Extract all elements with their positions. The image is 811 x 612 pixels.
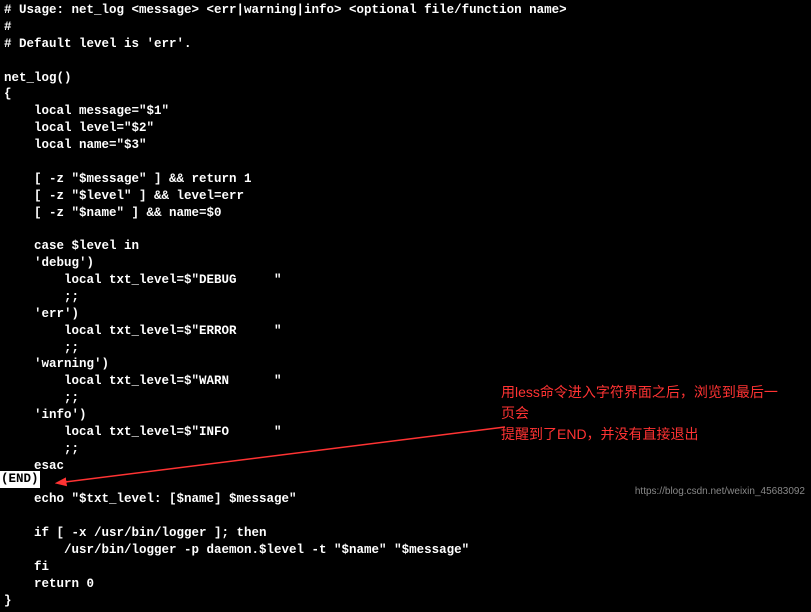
code-line: local message="$1": [4, 104, 169, 118]
code-line: ;;: [4, 290, 79, 304]
code-line: ;;: [4, 341, 79, 355]
code-line: [ -z "$message" ] && return 1: [4, 172, 252, 186]
code-line: ;;: [4, 442, 79, 456]
code-line: return 0: [4, 577, 94, 591]
code-line: net_log(): [4, 71, 72, 85]
code-line: local txt_level=$"INFO ": [4, 425, 282, 439]
terminal-output[interactable]: # Usage: net_log <message> <err|warning|…: [0, 0, 811, 612]
less-end-marker[interactable]: (END): [0, 471, 40, 488]
watermark-text: https://blog.csdn.net/weixin_45683092: [635, 485, 805, 499]
code-line: local level="$2": [4, 121, 154, 135]
code-line: ;;: [4, 391, 79, 405]
code-line: 'debug'): [4, 256, 94, 270]
code-line: {: [4, 87, 12, 101]
annotation-text: 用less命令进入字符界面之后，浏览到最后一页会 提醒到了END，并没有直接退出: [501, 382, 791, 445]
code-line: /usr/bin/logger -p daemon.$level -t "$na…: [4, 543, 469, 557]
code-line: case $level in: [4, 239, 139, 253]
code-line: local txt_level=$"DEBUG ": [4, 273, 282, 287]
code-line: 'err'): [4, 307, 79, 321]
code-line: # Usage: net_log <message> <err|warning|…: [4, 3, 567, 17]
code-line: #: [4, 20, 12, 34]
code-line: [ -z "$level" ] && level=err: [4, 189, 244, 203]
code-line: if [ -x /usr/bin/logger ]; then: [4, 526, 267, 540]
code-line: 'info'): [4, 408, 87, 422]
code-line: 'warning'): [4, 357, 109, 371]
code-line: local txt_level=$"ERROR ": [4, 324, 282, 338]
annotation-line: 用less命令进入字符界面之后，浏览到最后一页会: [501, 382, 791, 424]
code-line: [ -z "$name" ] && name=$0: [4, 206, 222, 220]
code-line: local txt_level=$"WARN ": [4, 374, 282, 388]
code-line: local name="$3": [4, 138, 147, 152]
code-line: fi: [4, 560, 49, 574]
annotation-line: 提醒到了END，并没有直接退出: [501, 424, 791, 445]
code-line: }: [4, 594, 12, 608]
code-line: echo "$txt_level: [$name] $message": [4, 492, 297, 506]
code-line: # Default level is 'err'.: [4, 37, 192, 51]
